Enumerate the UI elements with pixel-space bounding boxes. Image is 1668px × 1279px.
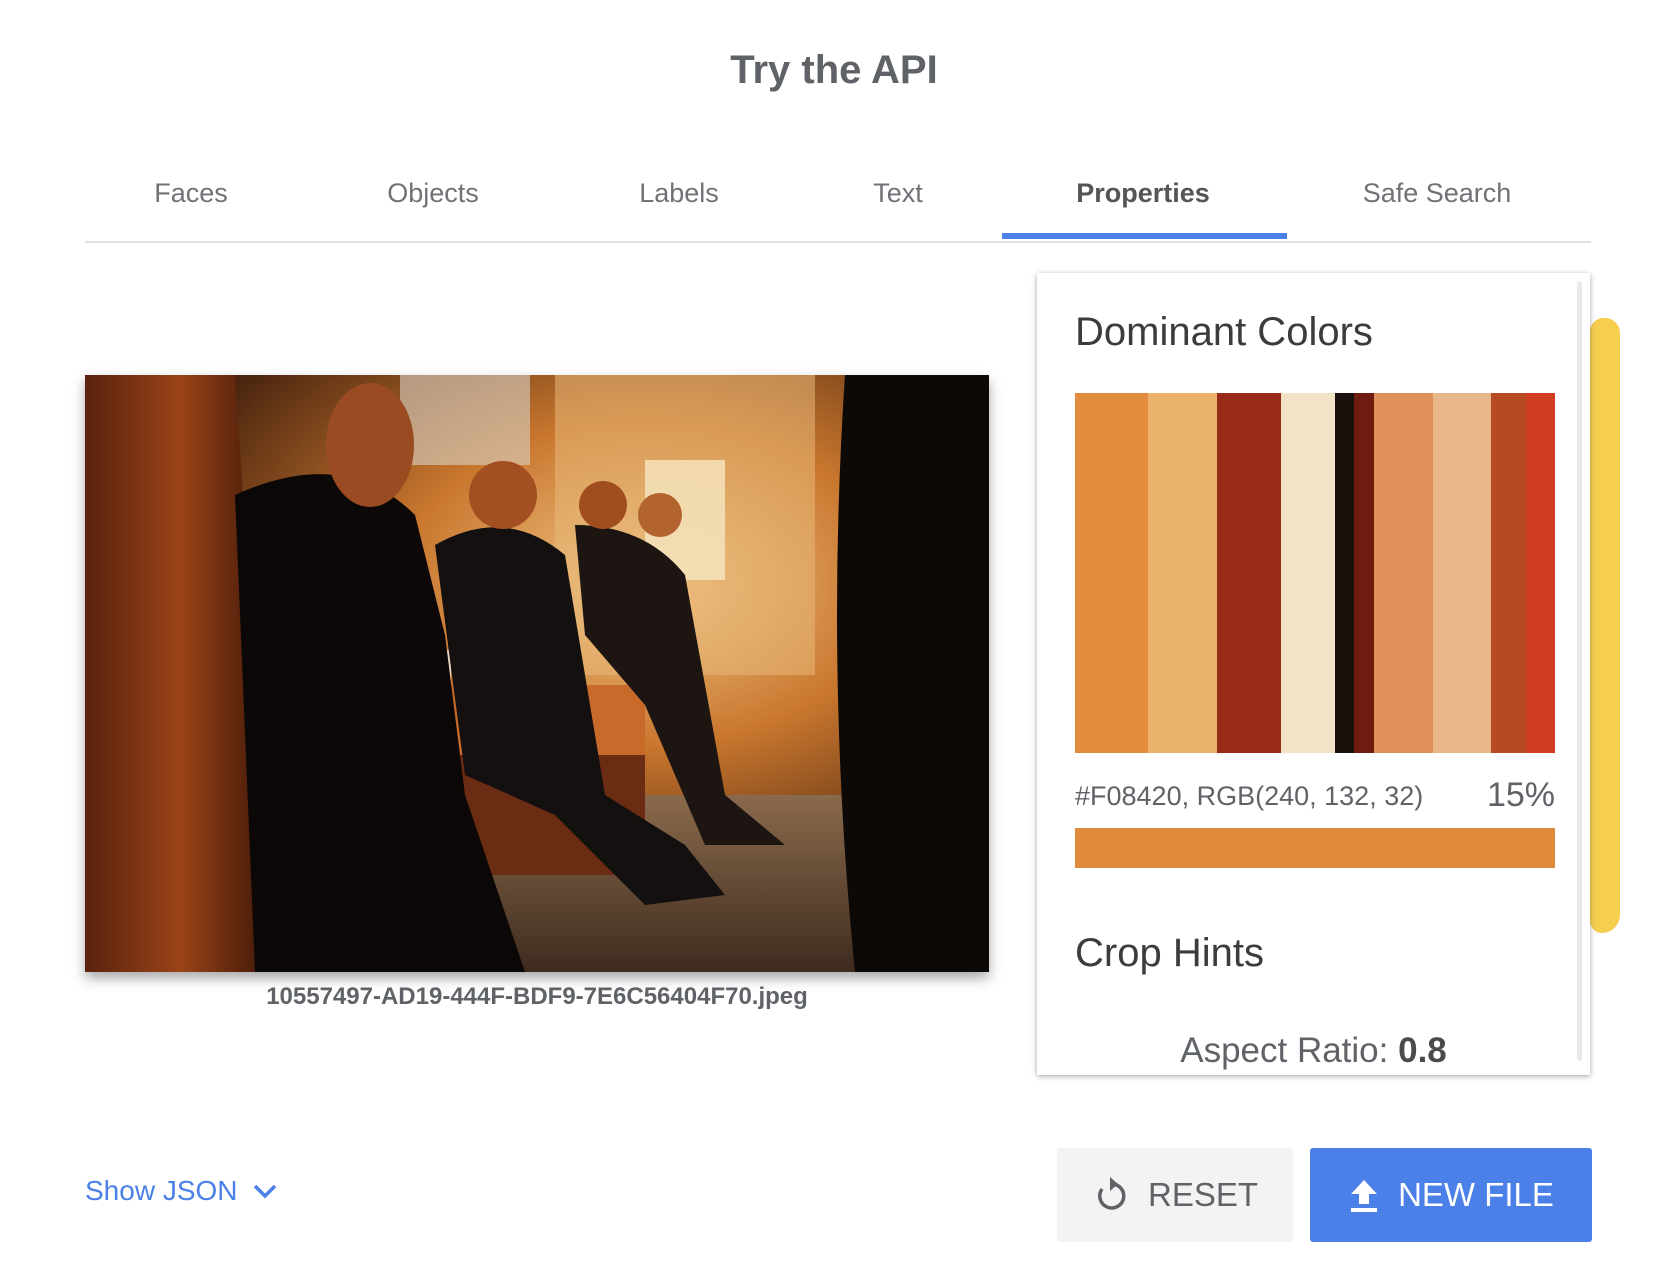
color-swatch[interactable] (1354, 393, 1374, 753)
image-filename: 10557497-AD19-444F-BDF9-7E6C56404F70.jpe… (266, 983, 808, 1010)
tab-safe-search[interactable]: Safe Search (1363, 178, 1512, 209)
color-swatch[interactable] (1217, 393, 1281, 753)
color-swatch[interactable] (1432, 393, 1492, 753)
color-swatch[interactable] (1373, 393, 1433, 753)
page-title: Try the API (730, 48, 938, 92)
reset-label: RESET (1147, 1176, 1259, 1213)
show-json-toggle[interactable]: Show JSON (85, 1175, 278, 1207)
color-swatch[interactable] (1075, 393, 1149, 753)
reset-button[interactable]: RESET (1057, 1148, 1293, 1242)
tab-text[interactable]: Text (873, 178, 923, 209)
color-swatch[interactable] (1334, 393, 1355, 753)
color-swatch[interactable] (1280, 393, 1335, 753)
crop-hints-title: Crop Hints (1075, 931, 1264, 975)
highlight-marker (1590, 318, 1620, 933)
show-json-label: Show JSON (85, 1175, 238, 1206)
selected-color-bar (1075, 828, 1555, 868)
tab-bar: Faces Objects Labels Text Properties Saf… (85, 160, 1591, 243)
panel-scrollbar[interactable] (1577, 281, 1582, 1061)
reset-icon (1098, 1177, 1126, 1210)
dominant-colors-bar[interactable] (1075, 393, 1555, 753)
tab-faces[interactable]: Faces (154, 178, 228, 209)
aspect-ratio-label: Aspect Ratio: (1180, 1031, 1389, 1070)
selected-color-percent: 15% (1486, 776, 1555, 814)
selected-color-info: #F08420, RGB(240, 132, 32) (1075, 781, 1424, 811)
properties-panel[interactable]: Dominant Colors #F08420, RGB(240, 132, 3… (1037, 273, 1590, 1075)
new-file-label: NEW FILE (1398, 1176, 1554, 1213)
aspect-ratio: Aspect Ratio: 0.8 (1037, 1031, 1590, 1071)
tab-properties[interactable]: Properties (1076, 178, 1210, 209)
color-swatch[interactable] (1525, 393, 1555, 753)
color-swatch[interactable] (1491, 393, 1526, 753)
aspect-ratio-value: 0.8 (1398, 1031, 1447, 1070)
active-tab-indicator (1002, 233, 1287, 239)
tab-objects[interactable]: Objects (387, 178, 479, 209)
uploaded-photo (85, 375, 989, 972)
chevron-down-icon (253, 1184, 276, 1199)
color-swatch[interactable] (1148, 393, 1218, 753)
upload-icon (1351, 1180, 1378, 1212)
new-file-button[interactable]: NEW FILE (1310, 1148, 1592, 1242)
tab-labels[interactable]: Labels (639, 178, 719, 209)
dominant-colors-title: Dominant Colors (1075, 310, 1373, 354)
